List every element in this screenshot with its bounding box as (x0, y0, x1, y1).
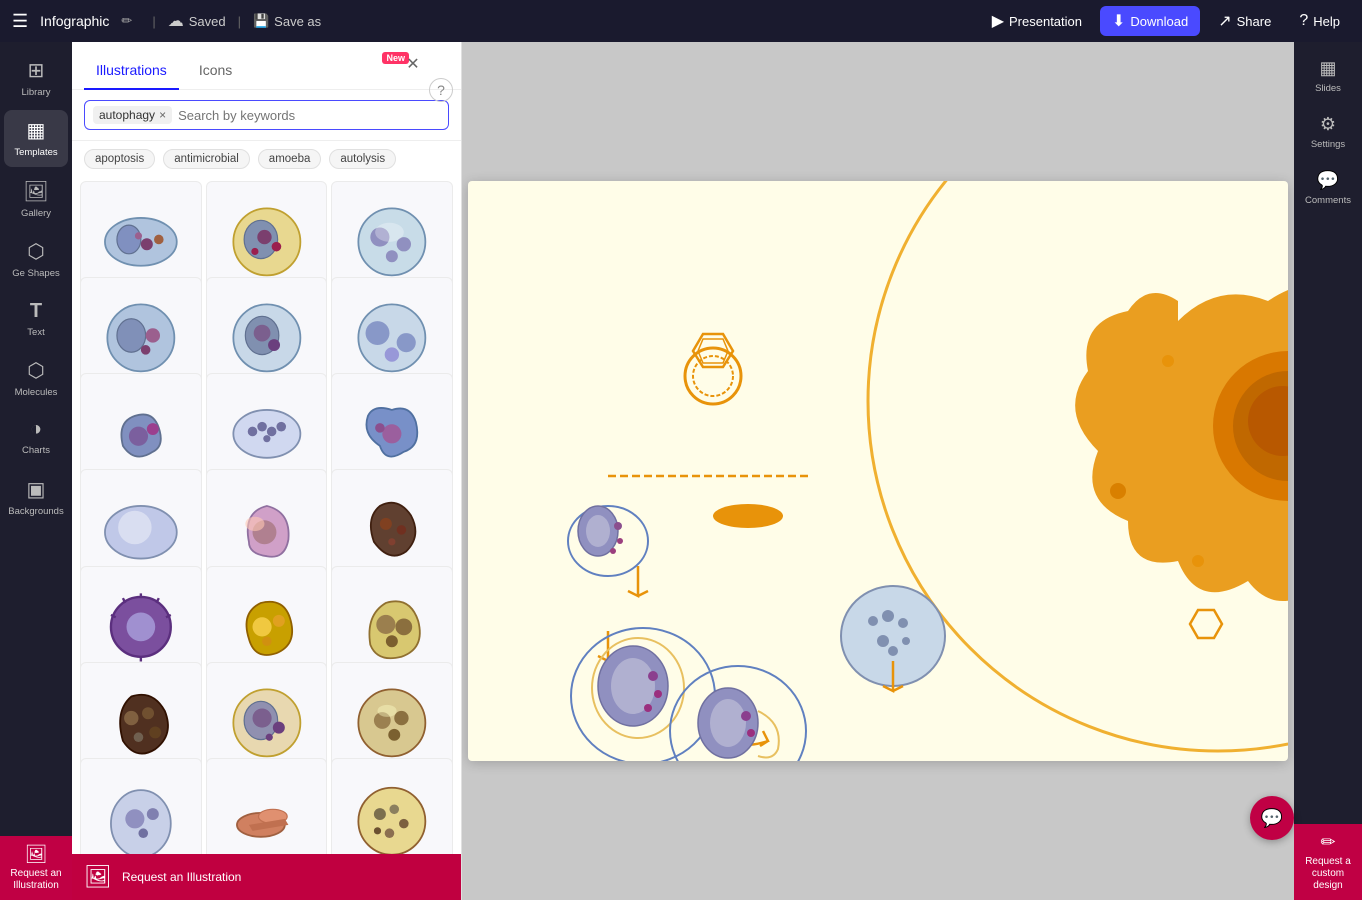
edit-icon[interactable]: ✏ (121, 13, 132, 29)
topbar-divider: | (152, 14, 155, 29)
canvas-illustration (468, 181, 1288, 761)
sidebar-item-library[interactable]: ⊞ Library (4, 50, 68, 106)
search-tag-remove[interactable]: × (159, 108, 166, 122)
keyword-amoeba[interactable]: amoeba (258, 149, 322, 169)
presentation-button[interactable]: ▶ Presentation (982, 7, 1092, 35)
keyword-suggestions: apoptosis antimicrobial amoeba autolysis (72, 141, 461, 177)
request-custom-icon: ✏ (1320, 832, 1335, 853)
save-icon: 💾 (253, 13, 269, 29)
sidebar-item-shapes[interactable]: ⬡ Ge Shapes (4, 231, 68, 287)
topbar: ☰ Infographic ✏ | ☁ Saved | 💾 Save as ▶ … (0, 0, 1362, 42)
shapes-icon: ⬡ (27, 239, 44, 264)
request-illustration-icon: 🖼 (84, 864, 112, 890)
request-illustration-button[interactable]: 🖼 Request an Illustration (72, 854, 461, 900)
right-sidebar: ▦ Slides ⚙ Settings 💬 Comments (1294, 42, 1362, 900)
comments-icon: 💬 (1317, 170, 1339, 191)
sidebar-item-slides[interactable]: ▦ Slides (1298, 50, 1358, 102)
topbar-right: ▶ Presentation ⬇ Download ↗ Share ? Help (982, 6, 1350, 36)
topbar-left: ☰ Infographic ✏ | ☁ Saved | 💾 Save as (12, 11, 966, 32)
gallery-icon: 🖼 (23, 179, 48, 204)
keyword-apoptosis[interactable]: apoptosis (84, 149, 155, 169)
sidebar-item-settings[interactable]: ⚙ Settings (1298, 106, 1358, 158)
share-button[interactable]: ↗ Share (1208, 7, 1281, 35)
help-icon: ? (1299, 12, 1308, 30)
text-icon: T (30, 300, 42, 323)
list-item[interactable] (80, 758, 202, 854)
share-icon: ↗ (1218, 11, 1231, 31)
download-button[interactable]: ⬇ Download (1100, 6, 1200, 36)
list-item[interactable] (206, 758, 328, 854)
search-box[interactable]: autophagy × (84, 100, 449, 130)
backgrounds-icon: ▣ (27, 477, 46, 502)
molecules-icon: ⬡ (27, 358, 44, 383)
save-as-button[interactable]: 💾 Save as (253, 13, 321, 29)
illustrations-grid (72, 177, 461, 854)
download-icon: ⬇ (1112, 11, 1125, 31)
library-icon: ⊞ (28, 58, 45, 83)
saved-indicator: ☁ Saved (168, 11, 226, 31)
keyword-antimicrobial[interactable]: antimicrobial (163, 149, 250, 169)
document-title[interactable]: Infographic (40, 13, 109, 29)
panel-help-button[interactable]: ? (429, 78, 453, 102)
request-illustration-cta-icon: 🖼 (25, 844, 48, 865)
left-sidebar: ⊞ Library ▦ Templates 🖼 Gallery ⬡ Ge Sha… (0, 42, 72, 900)
sidebar-item-text[interactable]: T Text (4, 292, 68, 346)
sidebar-item-templates[interactable]: ▦ Templates (4, 110, 68, 166)
sidebar-item-charts[interactable]: ◑ Charts (4, 410, 68, 464)
charts-icon: ◑ (30, 418, 42, 441)
request-illustration-cta[interactable]: 🖼 Request an Illustration (0, 836, 72, 900)
canvas-surface (468, 181, 1288, 761)
settings-icon: ⚙ (1320, 114, 1336, 135)
search-input[interactable] (178, 108, 440, 123)
sidebar-item-backgrounds[interactable]: ▣ Backgrounds (4, 469, 68, 525)
panel-header: Illustrations Icons New ✕ (72, 42, 461, 90)
slides-icon: ▦ (1319, 58, 1336, 79)
chat-icon: 💬 (1261, 808, 1283, 829)
search-area: autophagy × (72, 90, 461, 141)
canvas-area[interactable] (462, 42, 1294, 900)
keyword-autolysis[interactable]: autolysis (329, 149, 396, 169)
tab-icons[interactable]: Icons (187, 54, 244, 90)
sidebar-item-comments[interactable]: 💬 Comments (1298, 162, 1358, 214)
sidebar-item-gallery[interactable]: 🖼 Gallery (4, 171, 68, 227)
templates-icon: ▦ (27, 118, 46, 143)
sidebar-item-molecules[interactable]: ⬡ Molecules (4, 350, 68, 406)
chat-bubble-button[interactable]: 💬 (1250, 796, 1294, 840)
tab-illustrations[interactable]: Illustrations (84, 54, 179, 90)
request-custom-design-cta[interactable]: ✏ Request a custom design (1294, 824, 1362, 900)
main-layout: ⊞ Library ▦ Templates 🖼 Gallery ⬡ Ge Sha… (0, 42, 1362, 900)
cloud-icon: ☁ (168, 11, 184, 31)
list-item[interactable] (331, 758, 453, 854)
illustrations-panel: Illustrations Icons New ✕ ? autophagy × … (72, 42, 462, 900)
panel-close-button[interactable]: ✕ (401, 52, 425, 76)
menu-icon[interactable]: ☰ (12, 11, 28, 32)
help-button[interactable]: ? Help (1289, 8, 1350, 34)
search-tag-autophagy: autophagy × (93, 106, 172, 124)
topbar-divider2: | (238, 14, 241, 29)
presentation-icon: ▶ (992, 11, 1004, 31)
